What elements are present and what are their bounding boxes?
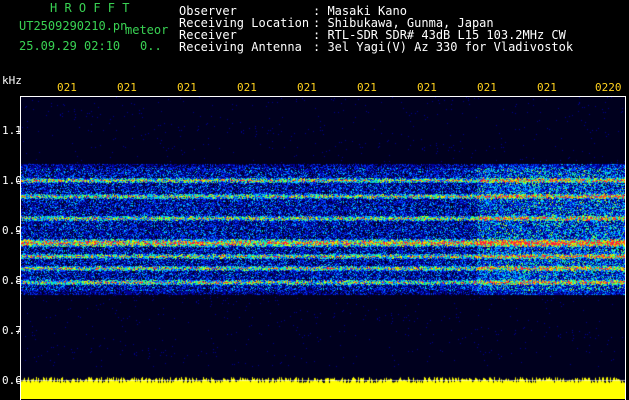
plot-frame-right [625,96,626,400]
count: 0.. [140,39,162,53]
datetime: 25.09.29 02:10 [19,39,121,53]
axis-unit: kHz [2,74,22,87]
plot-frame-left [20,96,21,400]
field-label-antenna: Receiving Antenna [179,40,302,54]
x-tick-label: 021 [417,81,437,94]
station-code: H R O F F T [50,1,130,15]
spectrogram-waterfall [21,96,626,399]
filename: UT2509290210.pn [19,19,128,33]
x-tick-label: 021 [357,81,377,94]
plot-frame-top [20,96,626,97]
x-tick-label: 0220 [595,81,622,94]
mode-label: meteor [125,23,169,37]
field-value-antenna: : 3el Yagi(V) Az 330 for Vladivostok [313,40,574,54]
x-tick-label: 021 [297,81,317,94]
x-tick-label: 021 [537,81,557,94]
x-tick-label: 021 [177,81,197,94]
x-tick-label: 021 [117,81,137,94]
x-tick-label: 021 [237,81,257,94]
x-tick-label: 021 [477,81,497,94]
x-tick-label: 021 [57,81,77,94]
